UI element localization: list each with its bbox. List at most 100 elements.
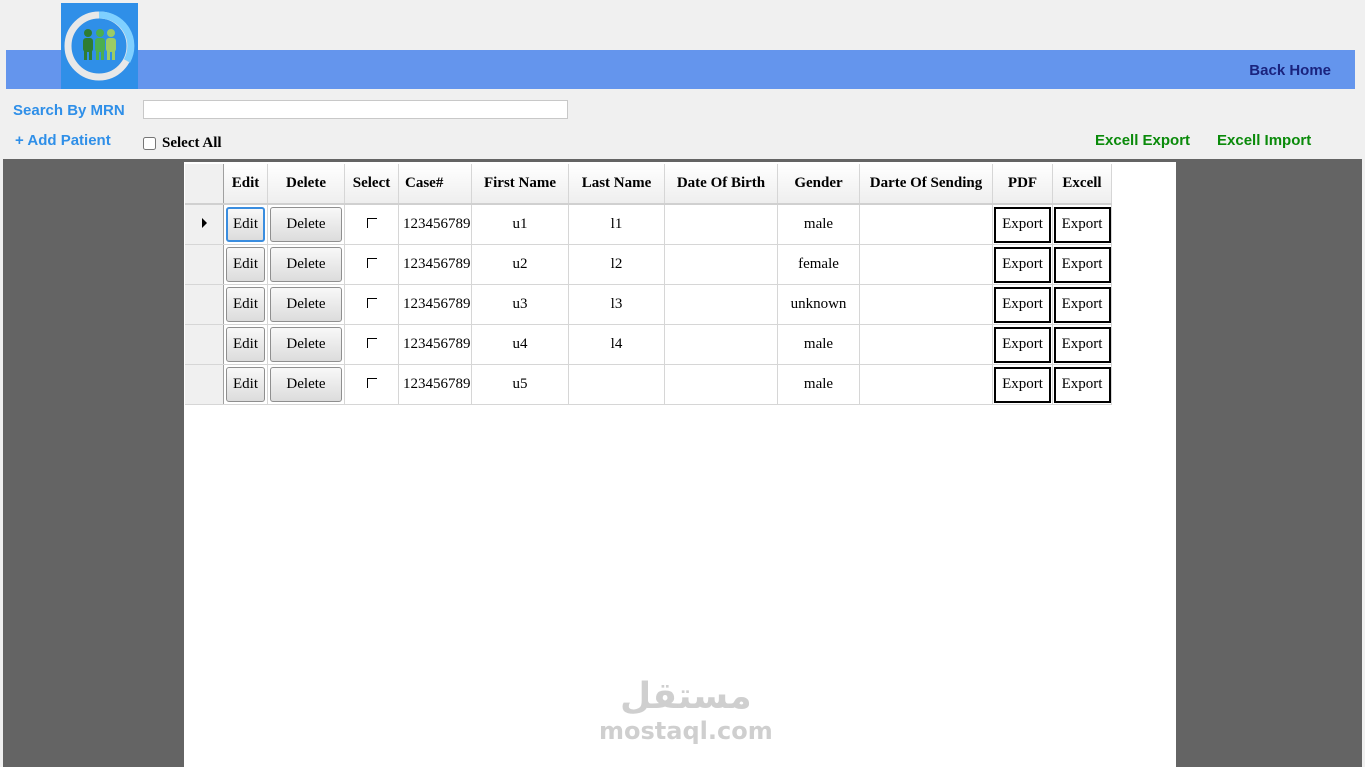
delete-button[interactable]: Delete xyxy=(270,247,342,282)
edit-button[interactable]: Edit xyxy=(226,287,265,322)
select-all-input[interactable] xyxy=(143,137,156,150)
case-number: 123456789 xyxy=(398,324,472,365)
first-name: u1 xyxy=(471,204,569,245)
date-of-birth xyxy=(664,364,778,405)
date-of-birth xyxy=(664,324,778,365)
select-cell xyxy=(344,244,399,285)
delete-cell: Delete xyxy=(267,364,345,405)
row-selector[interactable] xyxy=(185,284,224,325)
first-name: u5 xyxy=(471,364,569,405)
case-number: 123456789 xyxy=(398,204,472,245)
delete-cell: Delete xyxy=(267,324,345,365)
edit-cell: Edit xyxy=(223,244,268,285)
grid-header-row: Edit Delete Select Case# First Name Last… xyxy=(185,164,1112,205)
row-selector[interactable] xyxy=(185,324,224,365)
col-header-first-name: First Name xyxy=(471,164,569,205)
col-header-case: Case# xyxy=(398,164,472,205)
case-number: 123456789 xyxy=(398,364,472,405)
row-selector[interactable] xyxy=(185,364,224,405)
excel-row-export-button[interactable]: Export xyxy=(1053,366,1111,403)
excel-row-export-button[interactable]: Export xyxy=(1053,246,1111,283)
delete-button[interactable]: Delete xyxy=(270,287,342,322)
pdf-cell: Export xyxy=(992,324,1053,365)
col-header-last-name: Last Name xyxy=(568,164,665,205)
watermark-arabic: مستقل xyxy=(620,676,752,717)
delete-button[interactable]: Delete xyxy=(270,327,342,362)
edit-button[interactable]: Edit xyxy=(226,247,265,282)
header-bar: Back Home xyxy=(6,50,1355,89)
pdf-export-button[interactable]: Export xyxy=(994,246,1051,283)
row-selector[interactable] xyxy=(185,204,224,245)
case-number: 123456789 xyxy=(398,284,472,325)
select-all-checkbox[interactable]: Select All xyxy=(143,135,222,152)
col-header-pdf: PDF xyxy=(992,164,1053,205)
date-of-sending xyxy=(859,244,993,285)
delete-button[interactable]: Delete xyxy=(270,367,342,402)
date-of-sending xyxy=(859,324,993,365)
last-name: l4 xyxy=(568,324,665,365)
col-header-excel: Excell xyxy=(1052,164,1112,205)
last-name: l2 xyxy=(568,244,665,285)
select-cell xyxy=(344,204,399,245)
add-patient-link[interactable]: + Add Patient xyxy=(15,132,111,149)
excel-row-export-button[interactable]: Export xyxy=(1053,206,1111,243)
edit-cell: Edit xyxy=(223,364,268,405)
pdf-cell: Export xyxy=(992,284,1053,325)
first-name: u3 xyxy=(471,284,569,325)
edit-cell: Edit xyxy=(223,204,268,245)
excel-row-export-button[interactable]: Export xyxy=(1053,286,1111,323)
delete-cell: Delete xyxy=(267,284,345,325)
back-home-link[interactable]: Back Home xyxy=(1249,62,1331,79)
excel-cell: Export xyxy=(1052,244,1112,285)
first-name: u2 xyxy=(471,244,569,285)
row-select-checkbox[interactable] xyxy=(366,218,377,228)
excel-import-link[interactable]: Excell Import xyxy=(1217,132,1311,149)
delete-cell: Delete xyxy=(267,204,345,245)
row-selector[interactable] xyxy=(185,244,224,285)
date-of-birth xyxy=(664,284,778,325)
col-header-sending-date: Darte Of Sending xyxy=(859,164,993,205)
last-name: l1 xyxy=(568,204,665,245)
current-row-arrow-icon xyxy=(201,218,207,228)
select-cell xyxy=(344,324,399,365)
delete-button[interactable]: Delete xyxy=(270,207,342,242)
watermark: مستقل mostaql.com xyxy=(599,676,773,744)
pdf-cell: Export xyxy=(992,204,1053,245)
first-name: u4 xyxy=(471,324,569,365)
row-select-checkbox[interactable] xyxy=(366,258,377,268)
row-select-checkbox[interactable] xyxy=(366,378,377,388)
edit-button[interactable]: Edit xyxy=(226,327,265,362)
pdf-export-button[interactable]: Export xyxy=(994,326,1051,363)
table-row: Edit Delete 123456789 u4 l4 male Export … xyxy=(185,324,1112,365)
edit-button[interactable]: Edit xyxy=(226,207,265,242)
pdf-export-button[interactable]: Export xyxy=(994,206,1051,243)
excel-row-export-button[interactable]: Export xyxy=(1053,326,1111,363)
people-logo-icon xyxy=(61,3,138,89)
gender: female xyxy=(777,244,860,285)
search-input[interactable] xyxy=(143,100,568,119)
date-of-birth xyxy=(664,244,778,285)
delete-cell: Delete xyxy=(267,244,345,285)
watermark-latin: mostaql.com xyxy=(599,717,773,745)
row-select-checkbox[interactable] xyxy=(366,298,377,308)
pdf-export-button[interactable]: Export xyxy=(994,366,1051,403)
patients-grid: Edit Delete Select Case# First Name Last… xyxy=(185,164,1112,405)
edit-button[interactable]: Edit xyxy=(226,367,265,402)
pdf-cell: Export xyxy=(992,244,1053,285)
col-header-edit: Edit xyxy=(223,164,268,205)
pdf-export-button[interactable]: Export xyxy=(994,286,1051,323)
search-label: Search By MRN xyxy=(13,102,125,119)
table-row: Edit Delete 123456789 u5 male Export Exp… xyxy=(185,364,1112,405)
edit-cell: Edit xyxy=(223,324,268,365)
excel-export-link[interactable]: Excell Export xyxy=(1095,132,1190,149)
date-of-sending xyxy=(859,284,993,325)
table-row: Edit Delete 123456789 u3 l3 unknown Expo… xyxy=(185,284,1112,325)
col-header-select: Select xyxy=(344,164,399,205)
row-header-corner xyxy=(185,164,224,205)
excel-cell: Export xyxy=(1052,364,1112,405)
table-row: Edit Delete 123456789 u2 l2 female Expor… xyxy=(185,244,1112,285)
row-select-checkbox[interactable] xyxy=(366,338,377,348)
col-header-delete: Delete xyxy=(267,164,345,205)
gender: unknown xyxy=(777,284,860,325)
pdf-cell: Export xyxy=(992,364,1053,405)
